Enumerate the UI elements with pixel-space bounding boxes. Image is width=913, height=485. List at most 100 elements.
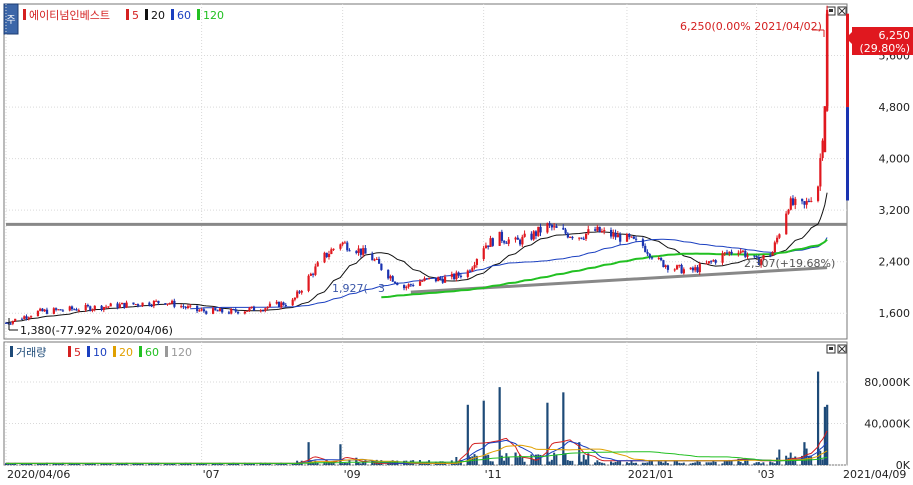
candle-body bbox=[619, 234, 622, 242]
candle-body bbox=[675, 265, 679, 270]
volume-bar bbox=[489, 461, 492, 465]
candle-body bbox=[93, 305, 96, 310]
volume-spike-bar bbox=[514, 452, 517, 465]
candle-body bbox=[166, 303, 169, 305]
axis-price-bar-up bbox=[846, 13, 849, 108]
candle-body bbox=[211, 308, 215, 314]
price-ma-legend-label: 60 bbox=[177, 9, 191, 22]
volume-bar bbox=[503, 460, 506, 465]
volume-bar bbox=[680, 463, 683, 465]
volume-bar bbox=[59, 464, 62, 465]
candle-body bbox=[712, 260, 715, 262]
candle-body bbox=[125, 302, 128, 308]
candle-body bbox=[30, 316, 33, 318]
price-y-tick-label: 4,800 bbox=[879, 101, 911, 114]
candle-body bbox=[600, 231, 604, 233]
candle-body bbox=[25, 316, 28, 319]
volume-bar bbox=[141, 463, 144, 465]
x-tick-label: '07 bbox=[203, 468, 220, 481]
price-ma-legend-swatch bbox=[197, 9, 200, 20]
candle-body bbox=[548, 223, 551, 225]
candle-body bbox=[821, 140, 824, 159]
candle-body bbox=[373, 259, 376, 261]
volume-bar bbox=[723, 460, 726, 465]
candle-body bbox=[45, 309, 49, 314]
candle-body bbox=[459, 275, 463, 277]
candle-body bbox=[664, 265, 667, 267]
price-ma-legend-swatch bbox=[171, 9, 174, 20]
candle-body bbox=[298, 291, 301, 293]
volume-bar bbox=[487, 454, 490, 465]
volume-bar bbox=[628, 463, 631, 465]
candle-body bbox=[14, 318, 17, 322]
candle-body bbox=[378, 258, 381, 264]
candle-body bbox=[776, 237, 779, 243]
volume-bar bbox=[741, 463, 744, 465]
volume-bar bbox=[166, 464, 169, 465]
volume-bar bbox=[778, 449, 781, 465]
price-y-tick-label: 1,600 bbox=[879, 307, 911, 320]
volume-bar bbox=[710, 462, 713, 465]
volume-bar bbox=[507, 457, 510, 465]
volume-bar bbox=[760, 463, 763, 465]
candle-body bbox=[148, 302, 151, 306]
candle-body bbox=[107, 306, 110, 308]
candle-body bbox=[152, 300, 156, 307]
candle-body bbox=[391, 276, 394, 282]
candle-body bbox=[537, 226, 540, 236]
candle-body bbox=[36, 310, 40, 317]
chart-menu-icon[interactable]: 주 bbox=[6, 15, 15, 26]
candle-body bbox=[282, 302, 285, 305]
candle-body bbox=[132, 302, 135, 305]
volume-bar bbox=[9, 464, 12, 465]
candle-body bbox=[625, 234, 629, 242]
price-y-tick-label: 2,400 bbox=[879, 256, 911, 269]
candle-body bbox=[484, 245, 488, 249]
volume-bar bbox=[109, 463, 112, 465]
candle-body bbox=[171, 300, 174, 304]
candle-body bbox=[230, 309, 233, 314]
candle-body bbox=[471, 267, 474, 272]
volume-bar bbox=[614, 461, 617, 465]
volume-bar bbox=[221, 464, 224, 465]
volume-ma-legend-label: 20 bbox=[119, 346, 133, 359]
volume-spike-bar bbox=[339, 444, 342, 465]
volume-bar bbox=[548, 461, 551, 465]
candle-body bbox=[339, 244, 342, 249]
candle-body bbox=[650, 257, 654, 259]
volume-ma-legend-label: 120 bbox=[171, 346, 192, 359]
candle-body bbox=[173, 300, 176, 307]
volume-bar bbox=[603, 463, 606, 465]
price-ma-legend-label: 20 bbox=[151, 9, 165, 22]
candle-body bbox=[614, 232, 617, 238]
candle-body bbox=[91, 309, 94, 311]
candle-body bbox=[186, 306, 190, 308]
volume-bar bbox=[819, 450, 822, 465]
volume-bar bbox=[596, 460, 599, 465]
volume-bar bbox=[773, 463, 776, 465]
candle-body bbox=[348, 250, 351, 252]
candle-body bbox=[705, 263, 708, 265]
stock-name: 에이티넘인베스트 bbox=[29, 9, 110, 22]
volume-bar bbox=[277, 464, 280, 465]
candle-body bbox=[816, 186, 820, 201]
volume-bar bbox=[644, 462, 647, 465]
candle-body bbox=[532, 231, 535, 240]
candle-body bbox=[550, 224, 554, 228]
volume-bar bbox=[186, 463, 189, 465]
candle-body bbox=[327, 253, 331, 258]
candle-body bbox=[198, 310, 201, 312]
candle-body bbox=[234, 309, 237, 312]
candle-body bbox=[707, 261, 711, 264]
candle-body bbox=[819, 158, 822, 187]
candle-body bbox=[546, 223, 549, 233]
candle-body bbox=[355, 251, 358, 253]
volume-bar bbox=[598, 462, 601, 465]
candle-body bbox=[70, 306, 74, 310]
candle-body bbox=[468, 270, 472, 272]
price-panel-frame bbox=[3, 3, 848, 340]
candle-body bbox=[141, 302, 144, 307]
price-panel-minimize-glyph bbox=[829, 9, 833, 12]
volume-title: 거래량 bbox=[16, 346, 46, 359]
candle-body bbox=[216, 310, 219, 312]
